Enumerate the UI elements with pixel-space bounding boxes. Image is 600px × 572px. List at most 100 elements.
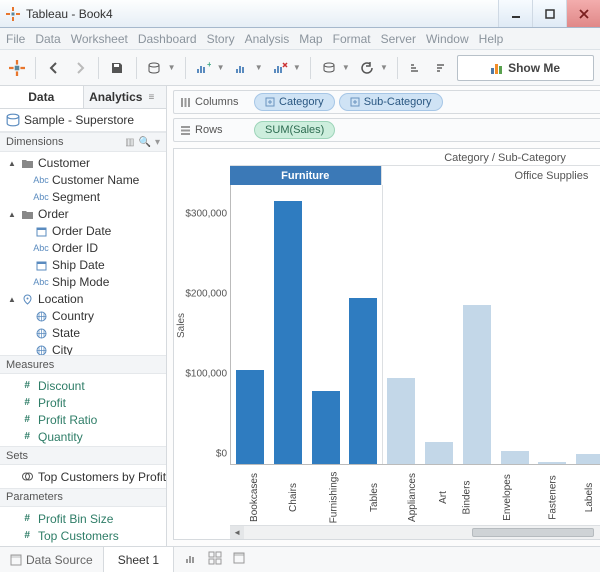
tableau-logo-icon[interactable] [6,55,28,81]
bar-bookcases[interactable] [231,185,269,464]
category-header-furniture[interactable]: Furniture [230,165,381,185]
dropdown-icon[interactable]: ▼ [293,63,301,72]
collapse-icon[interactable]: ≡ [142,92,160,103]
measure-quantity[interactable]: ▲#Quantity [0,428,166,445]
sort-desc-button[interactable] [431,55,453,81]
bar-tables[interactable] [344,185,382,464]
menu-file[interactable]: File [6,32,25,46]
dropdown-icon[interactable]: ▼ [217,63,225,72]
menu-icon[interactable]: ▾ [155,137,160,148]
bar-labels[interactable] [571,185,600,464]
minimize-button[interactable] [498,0,532,27]
new-datasource-button[interactable] [143,55,165,81]
field-ship-mode[interactable]: AbcShip Mode [0,274,166,291]
folder-icon [20,208,34,221]
pill-sub-category[interactable]: Sub-Category [339,93,443,111]
field-country[interactable]: Country [0,308,166,325]
dropdown-icon[interactable]: ▼ [342,63,350,72]
tab-data[interactable]: Data [0,86,84,108]
set-top-customers-by-profit[interactable]: ▲Top Customers by Profit [0,468,166,485]
param-top-customers[interactable]: ▲#Top Customers [0,527,166,544]
field-city[interactable]: City [0,342,166,355]
chart-plot-area[interactable] [230,185,600,465]
clear-sheet-button[interactable] [269,55,291,81]
bar-binders[interactable] [458,185,496,464]
menu-analysis[interactable]: Analysis [245,32,290,46]
bar-appliances[interactable] [382,185,420,464]
location-icon [20,293,34,306]
bar-fasteners[interactable] [534,185,572,464]
x-label-fasteners: Fasteners [531,465,575,525]
menu-dashboard[interactable]: Dashboard [138,32,197,46]
sort-asc-button[interactable] [405,55,427,81]
menu-server[interactable]: Server [381,32,416,46]
toolbar: ▼ + ▼ ▼ ▼ ▼ ▼ Show Me [0,50,600,86]
new-worksheet-icon[interactable] [184,551,198,568]
tableau-app-icon [6,7,20,21]
bar-chairs[interactable] [269,185,307,464]
scroll-thumb[interactable] [472,528,593,537]
columns-shelf[interactable]: Columns CategorySub-Category [173,90,600,114]
folder-location[interactable]: ▲Location [0,291,166,308]
duplicate-sheet-button[interactable] [231,55,253,81]
bar-envelopes[interactable] [496,185,534,464]
scroll-left-icon[interactable]: ◄ [230,526,244,539]
pill-category[interactable]: Category [254,93,335,111]
forward-button[interactable] [69,55,91,81]
menu-map[interactable]: Map [299,32,322,46]
tab-analytics[interactable]: Analytics≡ [84,86,167,108]
field-ship-date[interactable]: Ship Date [0,257,166,274]
bar-art[interactable] [420,185,458,464]
field-state[interactable]: State [0,325,166,342]
dropdown-icon[interactable]: ▼ [380,63,388,72]
menu-window[interactable]: Window [426,32,469,46]
set-icon [20,470,34,483]
swap-button[interactable] [318,55,340,81]
measure-profit[interactable]: ▲#Profit [0,394,166,411]
save-button[interactable] [106,55,128,81]
horizontal-scrollbar[interactable]: ◄ ► [230,525,600,539]
menu-worksheet[interactable]: Worksheet [71,32,128,46]
field-order-date[interactable]: Order Date [0,223,166,240]
back-button[interactable] [43,55,65,81]
close-button[interactable] [566,0,600,27]
calendar-icon [34,259,48,272]
measure-discount[interactable]: ▲#Discount [0,377,166,394]
pill-sum-sales-[interactable]: SUM(Sales) [254,121,335,139]
new-worksheet-button[interactable]: + [192,55,214,81]
field-order-id[interactable]: AbcOrder ID [0,240,166,257]
sheet-tab[interactable]: Sheet 1 [104,547,174,572]
field-segment[interactable]: AbcSegment [0,189,166,206]
number-icon: # [20,379,34,392]
chart-view: Category / Sub-Category FurnitureOffice … [173,148,600,540]
maximize-button[interactable] [532,0,566,27]
menu-format[interactable]: Format [333,32,371,46]
folder-order[interactable]: ▲Order [0,206,166,223]
param-profit-bin-size[interactable]: ▲#Profit Bin Size [0,510,166,527]
menu-help[interactable]: Help [479,32,504,46]
category-header-office-supplies[interactable]: Office Supplies [382,165,600,185]
refresh-button[interactable] [356,55,378,81]
field-customer-name[interactable]: AbcCustomer Name [0,172,166,189]
svg-text:+: + [207,61,211,69]
x-label-appliances: Appliances [388,465,437,525]
folder-customer[interactable]: ▲Customer [0,155,166,172]
search-icon[interactable]: 🔍 [139,137,151,148]
new-dashboard-icon[interactable] [208,551,222,568]
dropdown-icon[interactable]: ▼ [255,63,263,72]
measure-profit-ratio[interactable]: ▲#Profit Ratio [0,411,166,428]
show-me-button[interactable]: Show Me [457,55,594,81]
y-tick: $300,000 [185,209,227,220]
menu-data[interactable]: Data [35,32,60,46]
rows-shelf[interactable]: Rows SUM(Sales) [173,118,600,142]
view-icon[interactable]: ▥ [125,137,134,148]
bar-furnishings[interactable] [307,185,345,464]
datasource-tab[interactable]: Data Source [0,547,104,572]
datasource-row[interactable]: Sample - Superstore [0,109,166,132]
menu-story[interactable]: Story [207,32,235,46]
datasource-icon [6,114,20,127]
data-pane: Data Analytics≡ Sample - Superstore Dime… [0,86,167,546]
plus-icon [350,97,360,107]
new-story-icon[interactable] [232,551,246,568]
dropdown-icon[interactable]: ▼ [168,63,176,72]
